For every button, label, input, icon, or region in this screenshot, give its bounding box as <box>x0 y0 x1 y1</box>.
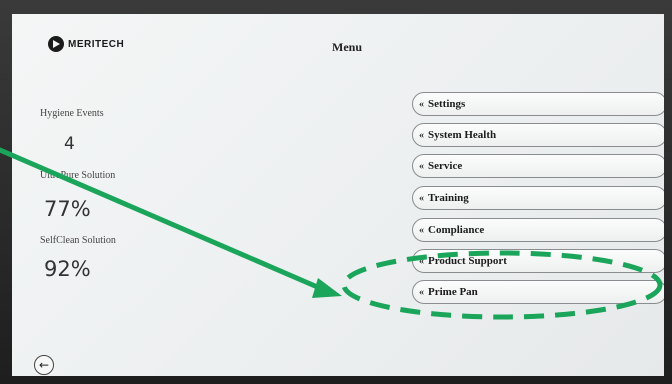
annotation-overlay <box>0 147 663 320</box>
annotation-arrow-line <box>0 147 325 292</box>
annotation-dashed-ellipse <box>341 250 663 320</box>
annotation-arrowhead-icon <box>312 278 342 298</box>
